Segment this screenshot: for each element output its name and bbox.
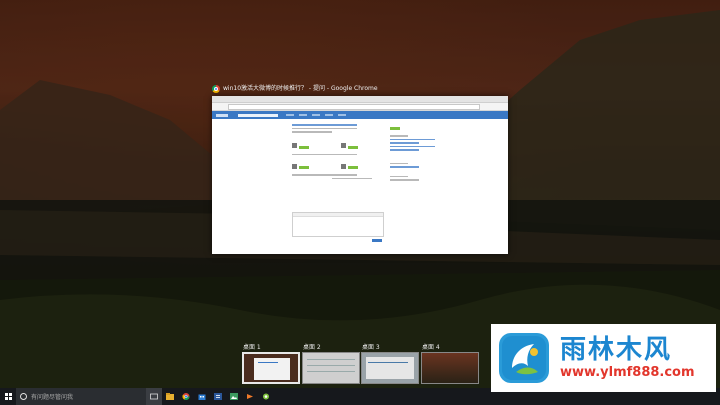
chrome-icon [182,393,190,400]
desktop-thumbnail [242,352,300,384]
address-bar [228,104,480,110]
watermark-url: www.ylmf888.com [560,365,695,380]
tool-icon [262,393,270,400]
submit-button [372,239,382,242]
window-title: win10激活大微博的时候推行？ - 提问 - Google Chrome [223,85,378,92]
answer-row [292,141,392,152]
taskbar-media-player[interactable] [242,388,258,405]
file-explorer-icon [166,393,174,400]
cortana-icon [20,393,27,400]
mini-line [258,362,278,363]
desktop-2[interactable]: 桌面 2 [302,344,360,388]
pagination [332,177,372,179]
site-nav-item [299,114,307,116]
site-search [238,113,278,117]
question-title [292,127,357,129]
taskbar-file-explorer[interactable] [162,388,178,405]
mini-line [368,362,408,363]
image-viewer-icon [230,393,238,400]
avatar [340,143,346,148]
answer-row [292,161,392,172]
follow-button [347,145,358,149]
sidebar-heading [390,175,408,177]
site-nav-item [286,114,294,116]
desktop-label: 桌面 3 [362,344,380,351]
browser-toolbar [212,103,508,111]
site-nav-item [325,114,333,116]
desktop-4[interactable]: 桌面 4 [421,344,479,388]
sidebar-link [390,149,420,151]
watermark-logo-icon [499,333,549,383]
word-icon [214,393,222,400]
desktop-thumbnail [421,352,479,384]
breadcrumb [292,124,357,126]
taskbar-store[interactable] [194,388,210,405]
sidebar-text [390,135,408,137]
answer-text [292,153,357,155]
avatar [340,163,346,169]
desktop-3[interactable]: 桌面 3 [361,344,419,388]
sidebar-heading [390,162,408,164]
desktop-thumbnail [361,352,419,384]
watermark-title: 雨林木风 [560,335,673,365]
avatar [292,143,297,148]
cortana-search-box[interactable]: 有问题尽管问我 [16,388,146,405]
sidebar-text [390,179,420,181]
mini-line [307,365,355,366]
watermark-logo [498,332,550,384]
chrome-icon [212,85,220,93]
question-content [292,122,392,181]
windows-logo-icon [4,393,12,400]
desktop-label: 桌面 1 [243,344,261,351]
question-meta [292,131,332,133]
mini-line [307,359,355,360]
follow-button [347,166,358,169]
follow-button [299,145,309,149]
chrome-window-thumbnail[interactable] [212,96,508,254]
sidebar-link [390,166,420,168]
follow-button [299,166,309,169]
task-view-icon [150,393,158,400]
sidebar-link [390,142,420,144]
window-caption[interactable]: win10激活大微博的时候推行？ - 提问 - Google Chrome [212,83,508,95]
site-header [212,111,508,119]
taskbar-chrome[interactable] [178,388,194,405]
taskbar-tool[interactable] [258,388,274,405]
editor-toolbar [293,213,383,217]
answer-text [292,174,357,176]
desktop-thumbnail [302,352,360,384]
desktop-label: 桌面 4 [422,344,440,351]
start-button[interactable] [0,388,16,405]
browser-tab-strip [212,96,508,103]
media-player-icon [247,394,253,399]
site-nav-item [312,114,320,116]
task-view-button[interactable] [146,388,162,405]
page-body [212,119,508,254]
desktop-label: 桌面 2 [303,344,321,351]
site-nav-item [338,114,346,116]
sidebar-link [390,145,435,147]
taskbar-word[interactable] [210,388,226,405]
ask-button [390,127,400,130]
store-icon [198,394,206,400]
mini-window [366,357,414,379]
sidebar [390,122,435,183]
desktop-1[interactable]: 桌面 1 [242,344,300,388]
site-logo [216,113,228,117]
answer-editor [292,212,384,237]
taskbar-image-viewer[interactable] [226,388,242,405]
site-watermark: 雨林木风 www.ylmf888.com [491,324,716,392]
mini-line [307,371,355,372]
sidebar-link [390,138,435,140]
avatar [292,163,297,169]
search-placeholder: 有问题尽管问我 [31,394,74,401]
